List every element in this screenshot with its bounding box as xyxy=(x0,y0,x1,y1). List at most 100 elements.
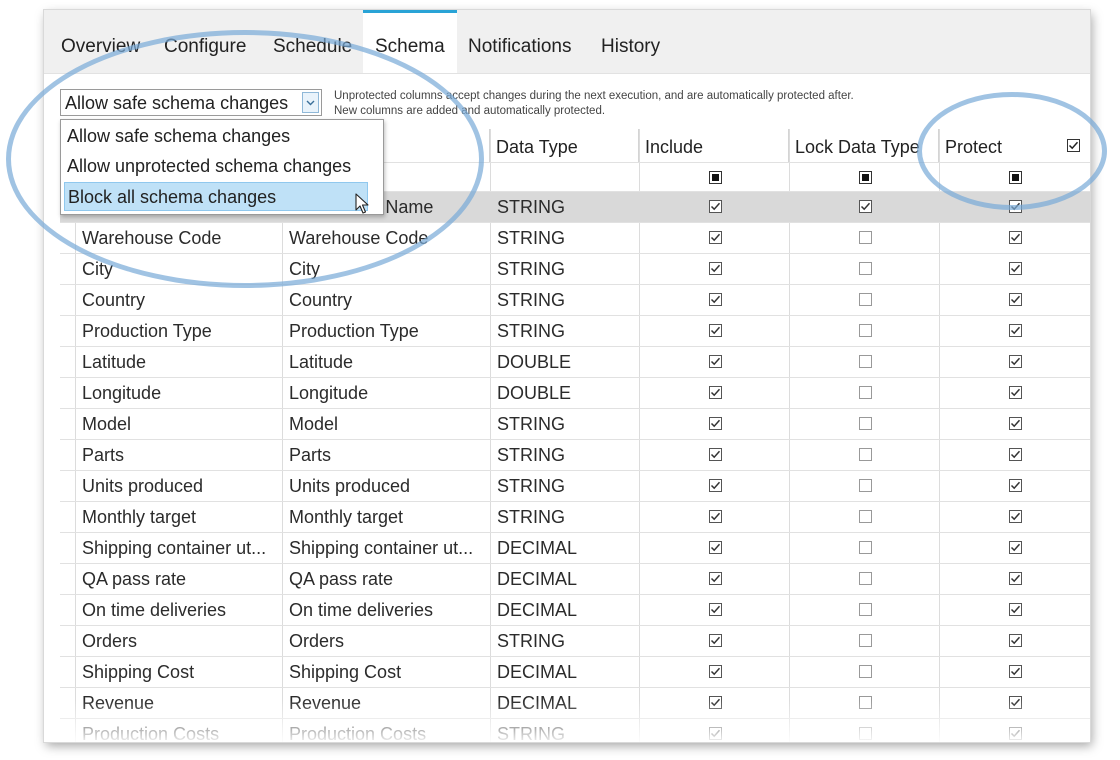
protect-checkbox[interactable] xyxy=(1009,696,1022,709)
lock-data-type-checkbox[interactable] xyxy=(859,479,872,492)
output-column-name: QA pass rate xyxy=(289,569,394,589)
table-row[interactable]: Latitude Latitude DOUBLE xyxy=(60,347,1090,378)
menu-option-block-all[interactable]: Block all schema changes xyxy=(64,182,368,211)
table-row[interactable]: Shipping container ut... Shipping contain… xyxy=(60,533,1090,564)
table-row[interactable]: Shipping Cost Shipping Cost DECIMAL xyxy=(60,657,1090,688)
table-row[interactable]: Units produced Units produced STRING xyxy=(60,471,1090,502)
table-row[interactable]: City City STRING xyxy=(60,254,1090,285)
protect-checkbox[interactable] xyxy=(1009,231,1022,244)
table-row[interactable]: QA pass rate QA pass rate DECIMAL xyxy=(60,564,1090,595)
lock-data-type-checkbox[interactable] xyxy=(859,417,872,430)
include-checkbox[interactable] xyxy=(709,541,722,554)
protect-checkbox[interactable] xyxy=(1009,386,1022,399)
menu-option-allow-safe[interactable]: Allow safe schema changes xyxy=(64,122,380,151)
data-type-value: DECIMAL xyxy=(497,538,578,558)
lock-data-type-checkbox[interactable] xyxy=(859,262,872,275)
output-column-name: Model xyxy=(289,414,339,434)
tab-history[interactable]: History xyxy=(589,10,672,73)
include-checkbox[interactable] xyxy=(709,510,722,523)
lock-data-type-checkbox[interactable] xyxy=(859,231,872,244)
protect-all-checkbox[interactable] xyxy=(1067,139,1080,152)
table-row[interactable]: Monthly target Monthly target STRING xyxy=(60,502,1090,533)
include-all-checkbox[interactable] xyxy=(709,171,722,184)
protect-checkbox[interactable] xyxy=(1009,293,1022,306)
include-checkbox[interactable] xyxy=(709,634,722,647)
include-checkbox[interactable] xyxy=(709,603,722,616)
protect-checkbox[interactable] xyxy=(1009,417,1022,430)
table-row[interactable]: On time deliveries On time deliveries DECI… xyxy=(60,595,1090,626)
tab-configure[interactable]: Configure xyxy=(152,10,258,73)
table-row[interactable]: Revenue Revenue DECIMAL xyxy=(60,688,1090,719)
lock-data-type-checkbox[interactable] xyxy=(859,355,872,368)
tab-schema[interactable]: Schema xyxy=(363,10,457,73)
include-checkbox[interactable] xyxy=(709,262,722,275)
protect-checkbox[interactable] xyxy=(1009,665,1022,678)
include-checkbox[interactable] xyxy=(709,572,722,585)
table-row[interactable]: Longitude Longitude DOUBLE xyxy=(60,378,1090,409)
protect-checkbox[interactable] xyxy=(1009,603,1022,616)
lock-data-type-checkbox[interactable] xyxy=(859,665,872,678)
lock-data-type-checkbox[interactable] xyxy=(859,293,872,306)
protect-checkbox[interactable] xyxy=(1009,200,1022,213)
include-checkbox[interactable] xyxy=(709,386,722,399)
column-header-include[interactable]: Include xyxy=(639,129,789,162)
protect-checkbox[interactable] xyxy=(1009,727,1022,740)
protect-checkbox[interactable] xyxy=(1009,634,1022,647)
include-checkbox[interactable] xyxy=(709,727,722,740)
lock-data-type-checkbox[interactable] xyxy=(859,200,872,213)
source-column-name: Production Type xyxy=(82,321,212,341)
protect-checkbox[interactable] xyxy=(1009,262,1022,275)
data-type-value: STRING xyxy=(497,228,566,248)
lock-data-type-checkbox[interactable] xyxy=(859,541,872,554)
menu-option-allow-unprotected[interactable]: Allow unprotected schema changes xyxy=(64,152,380,181)
protect-checkbox[interactable] xyxy=(1009,510,1022,523)
table-row[interactable]: Warehouse Code Warehouse Code STRING xyxy=(60,223,1090,254)
data-type-value: STRING xyxy=(497,259,566,279)
lock-all-checkbox[interactable] xyxy=(859,171,872,184)
protect-checkbox[interactable] xyxy=(1009,448,1022,461)
lock-data-type-checkbox[interactable] xyxy=(859,603,872,616)
tab-overview[interactable]: Overview xyxy=(49,10,152,73)
include-checkbox[interactable] xyxy=(709,448,722,461)
lock-data-type-checkbox[interactable] xyxy=(859,634,872,647)
table-row[interactable]: Country Country STRING xyxy=(60,285,1090,316)
include-checkbox[interactable] xyxy=(709,231,722,244)
protect-checkbox[interactable] xyxy=(1009,479,1022,492)
protect-checkbox[interactable] xyxy=(1009,541,1022,554)
lock-data-type-checkbox[interactable] xyxy=(859,324,872,337)
include-checkbox[interactable] xyxy=(709,479,722,492)
table-row[interactable]: Parts Parts STRING xyxy=(60,440,1090,471)
lock-data-type-checkbox[interactable] xyxy=(859,448,872,461)
protect-checkbox[interactable] xyxy=(1009,572,1022,585)
column-header-lock-data-type[interactable]: Lock Data Type xyxy=(789,129,939,162)
lock-data-type-checkbox[interactable] xyxy=(859,727,872,740)
table-row[interactable]: Model Model STRING xyxy=(60,409,1090,440)
include-checkbox[interactable] xyxy=(709,200,722,213)
tab-notifications[interactable]: Notifications xyxy=(456,10,584,73)
include-checkbox[interactable] xyxy=(709,696,722,709)
include-checkbox[interactable] xyxy=(709,355,722,368)
protect-checkbox[interactable] xyxy=(1009,324,1022,337)
source-column-name: Shipping container ut... xyxy=(82,538,267,558)
table-row[interactable]: Production Type Production Type STRING xyxy=(60,316,1090,347)
protect-checkbox[interactable] xyxy=(1009,355,1022,368)
table-row[interactable]: Production Costs Production Costs STRING xyxy=(60,719,1090,742)
column-header-data-type[interactable]: Data Type xyxy=(490,129,639,162)
output-column-name: Shipping Cost xyxy=(289,662,402,682)
include-checkbox[interactable] xyxy=(709,293,722,306)
protect-all-rows-checkbox[interactable] xyxy=(1009,171,1022,184)
include-checkbox[interactable] xyxy=(709,417,722,430)
include-checkbox[interactable] xyxy=(709,324,722,337)
schema-help-text: Unprotected columns accept changes durin… xyxy=(334,89,974,119)
lock-data-type-checkbox[interactable] xyxy=(859,386,872,399)
lock-data-type-checkbox[interactable] xyxy=(859,696,872,709)
chevron-down-icon[interactable] xyxy=(302,92,319,113)
tab-schedule[interactable]: Schedule xyxy=(261,10,364,73)
output-column-name: Warehouse Code xyxy=(289,228,429,248)
schema-mode-dropdown[interactable]: Allow safe schema changes xyxy=(60,89,322,116)
table-row[interactable]: Orders Orders STRING xyxy=(60,626,1090,657)
lock-data-type-checkbox[interactable] xyxy=(859,572,872,585)
lock-data-type-checkbox[interactable] xyxy=(859,510,872,523)
include-checkbox[interactable] xyxy=(709,665,722,678)
source-column-name: Country xyxy=(82,290,146,310)
